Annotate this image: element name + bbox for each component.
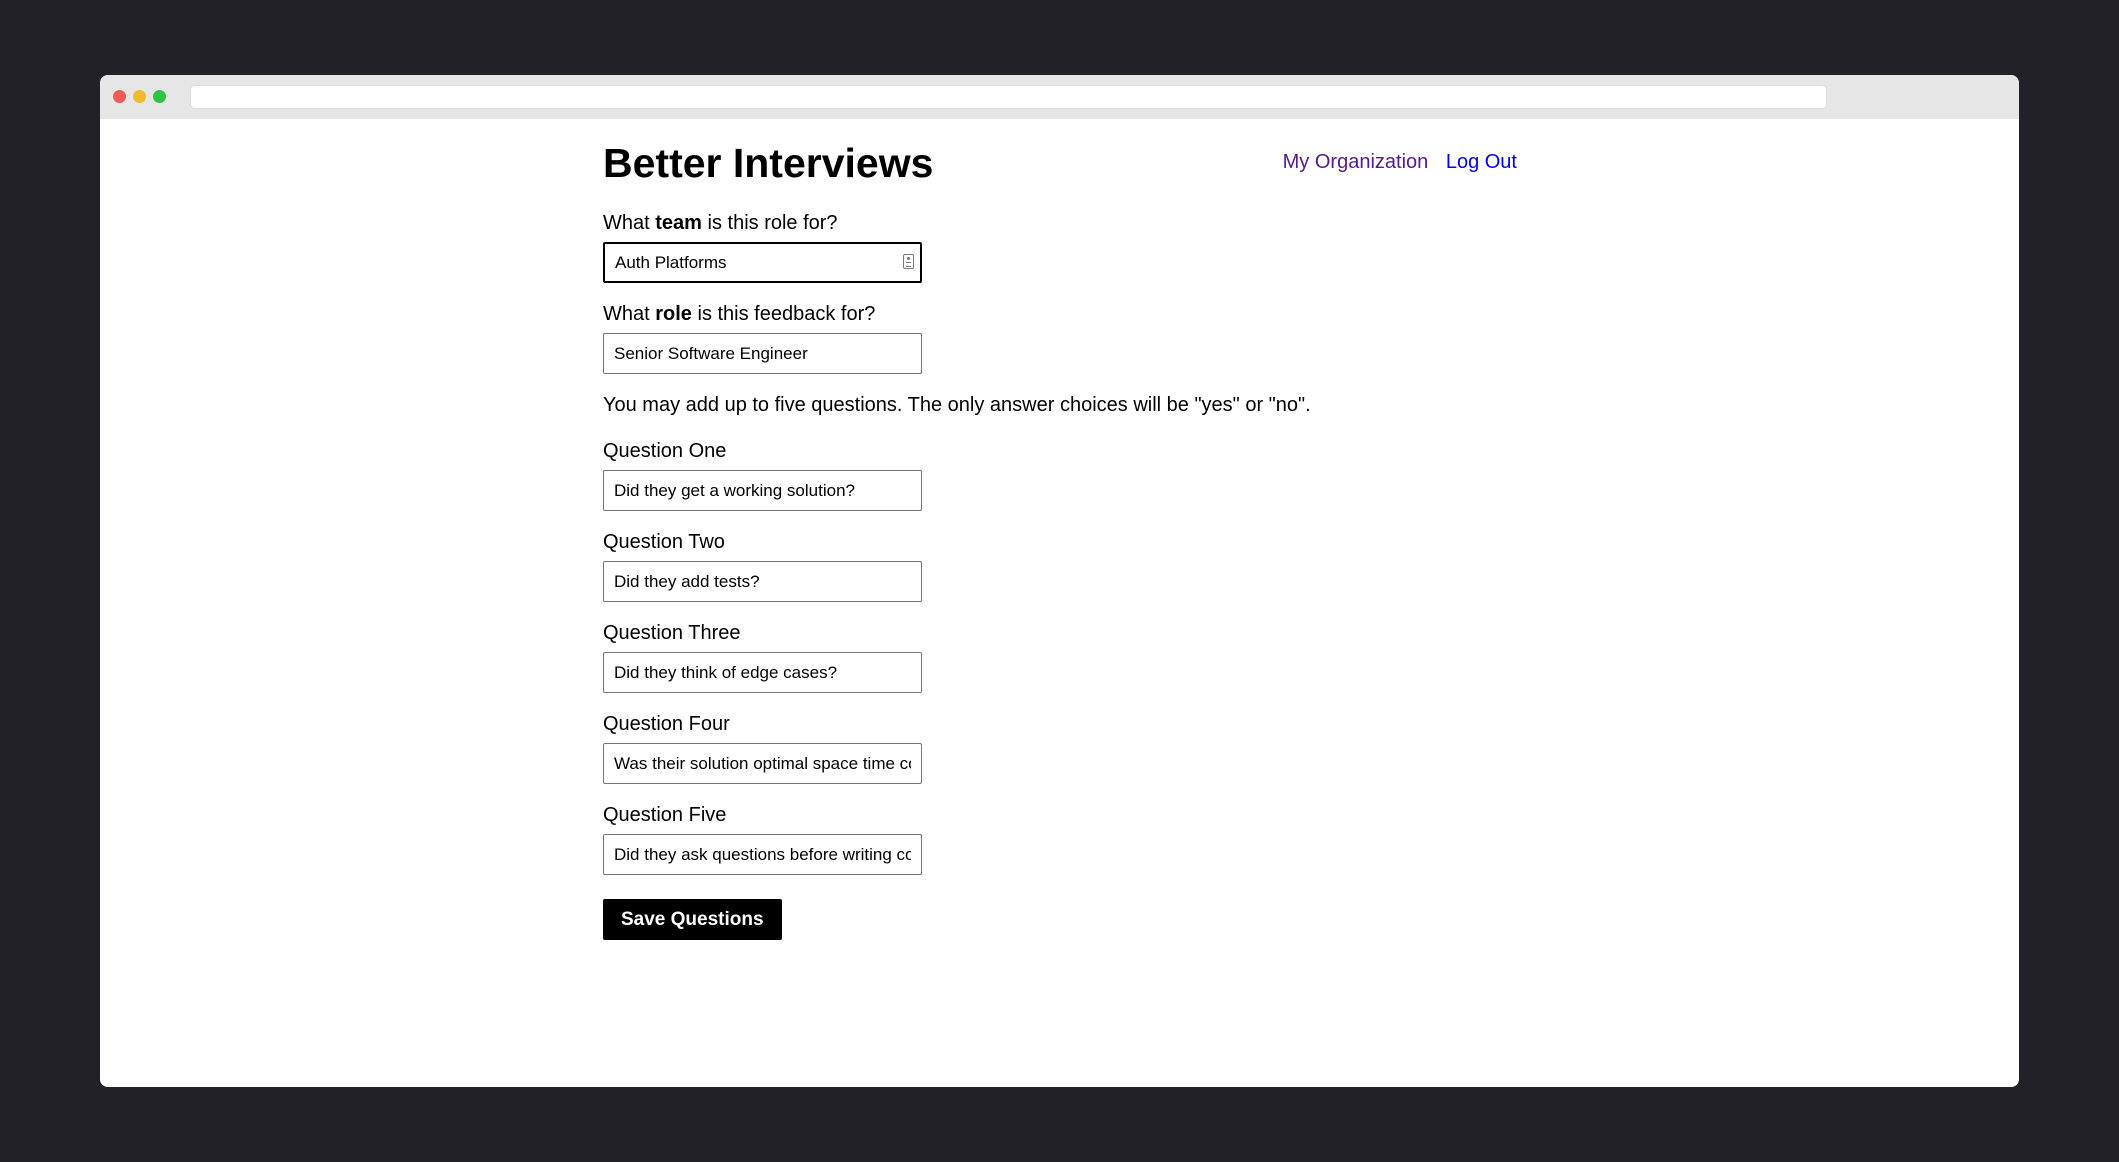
- header: Better Interviews My Organization Log Ou…: [603, 119, 1517, 212]
- question-five-group: Question Five: [603, 804, 1517, 875]
- team-input[interactable]: [603, 242, 922, 283]
- save-questions-button[interactable]: Save Questions: [603, 899, 782, 940]
- question-two-label: Question Two: [603, 531, 725, 553]
- question-four-group: Question Four: [603, 713, 1517, 784]
- team-label-suffix: is this role for?: [701, 212, 838, 234]
- role-field-group: What role is this feedback for?: [603, 303, 1517, 374]
- team-label-keyword: team: [655, 212, 702, 234]
- team-input-wrap: [603, 242, 922, 283]
- questions-info-text: You may add up to five questions. The on…: [603, 394, 1311, 416]
- question-one-group: Question One: [603, 440, 1517, 511]
- role-input[interactable]: [603, 333, 922, 374]
- question-two-input[interactable]: [603, 561, 922, 602]
- question-three-label: Question Three: [603, 622, 741, 644]
- page: Better Interviews My Organization Log Ou…: [100, 119, 2019, 1087]
- my-organization-link[interactable]: My Organization: [1283, 151, 1429, 173]
- top-nav: My Organization Log Out: [1271, 152, 1517, 172]
- contact-card-icon[interactable]: [903, 254, 914, 269]
- question-four-label: Question Four: [603, 713, 730, 735]
- role-label-suffix: is this feedback for?: [691, 303, 876, 325]
- team-label: What team is this role for?: [603, 212, 1517, 234]
- question-five-label: Question Five: [603, 804, 727, 826]
- main-content: Better Interviews My Organization Log Ou…: [603, 119, 1517, 940]
- question-one-input[interactable]: [603, 470, 922, 511]
- question-three-group: Question Three: [603, 622, 1517, 693]
- log-out-link[interactable]: Log Out: [1446, 151, 1517, 173]
- minimize-window-icon[interactable]: [133, 90, 146, 103]
- question-two-group: Question Two: [603, 531, 1517, 602]
- role-label: What role is this feedback for?: [603, 303, 1517, 325]
- address-bar[interactable]: [190, 85, 1827, 109]
- browser-window: Better Interviews My Organization Log Ou…: [100, 75, 2019, 1087]
- question-four-input[interactable]: [603, 743, 922, 784]
- close-window-icon[interactable]: [113, 90, 126, 103]
- question-one-label: Question One: [603, 440, 727, 462]
- maximize-window-icon[interactable]: [153, 90, 166, 103]
- team-label-prefix: What: [603, 212, 656, 234]
- role-label-keyword: role: [655, 303, 692, 325]
- question-three-input[interactable]: [603, 652, 922, 693]
- page-title: Better Interviews: [603, 140, 934, 186]
- role-label-prefix: What: [603, 303, 656, 325]
- question-five-input[interactable]: [603, 834, 922, 875]
- browser-toolbar: [100, 75, 2019, 119]
- team-field-group: What team is this role for?: [603, 212, 1517, 283]
